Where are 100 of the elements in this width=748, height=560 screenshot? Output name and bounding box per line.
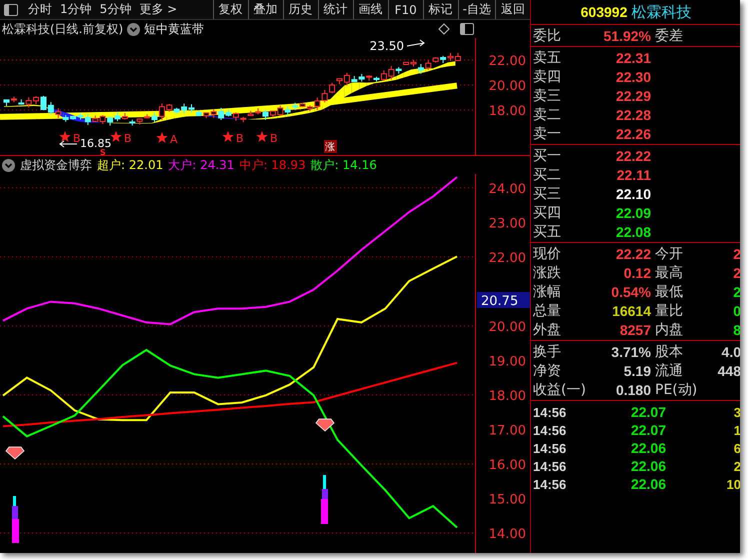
field-label: 量比: [655, 302, 683, 320]
field-label: 今开: [655, 244, 683, 262]
signal-label: B: [236, 132, 244, 145]
signal-label: B: [73, 132, 81, 145]
trade-price: 22.07: [630, 404, 666, 420]
axis-label: 22.00: [488, 54, 526, 69]
axis-label: 18.00: [488, 388, 526, 404]
current-price-tag: 20.75: [477, 292, 530, 309]
toolbar-button[interactable]: 统计: [318, 0, 353, 19]
toolbar-button[interactable]: 画线: [352, 0, 388, 19]
field-label: 卖三: [532, 86, 562, 104]
more-button[interactable]: 更多 >: [135, 0, 182, 19]
field-label: 最高: [655, 264, 683, 282]
signal-label: A: [170, 133, 178, 146]
trade-time: 14:56: [532, 440, 568, 456]
axis-label: 20.00: [488, 79, 526, 94]
field-label: 最低: [655, 282, 683, 300]
field-value: 0.12: [622, 264, 651, 280]
star-icon: [59, 131, 71, 142]
diamond-icon[interactable]: [438, 23, 450, 35]
field-label: 股本: [655, 342, 683, 360]
indicator-name: 虚拟资金博弈: [20, 156, 92, 174]
stock-code: 603992: [580, 4, 628, 20]
price-value: 22.09: [614, 204, 651, 220]
trade-time: 14:56: [532, 422, 568, 438]
legend-item: 散户: 14.16: [310, 156, 377, 174]
toolbar-button[interactable]: 历史: [282, 0, 318, 19]
dropdown-icon[interactable]: [2, 158, 15, 172]
field-label: 买三: [532, 184, 562, 202]
toolbar-button[interactable]: 复权: [212, 0, 248, 19]
axis-label: 19.00: [488, 354, 526, 370]
field-label: 卖四: [532, 68, 562, 86]
field-value: 5.19: [622, 362, 651, 378]
price-value: 22.28: [614, 106, 651, 122]
toolbar-button[interactable]: -自选: [458, 0, 495, 19]
dropdown-icon[interactable]: [127, 22, 140, 36]
field-value: 8257: [618, 322, 651, 338]
field-value: 3.71%: [610, 344, 651, 360]
field-label: 净资: [532, 362, 562, 380]
legend-item: 大户: 24.31: [168, 156, 234, 174]
axis-label: 24.00: [488, 182, 526, 197]
field-value: 0: [733, 302, 740, 318]
field-label: 委比: [532, 26, 562, 44]
axis-label: 20.00: [488, 320, 526, 335]
signal-bar-drawing: [321, 475, 328, 524]
field-label: 换手: [532, 342, 562, 360]
field-value: 16614: [611, 302, 651, 318]
field-value: 0.180: [614, 382, 651, 398]
field-label: 买二: [532, 166, 562, 184]
star-icon: [222, 131, 234, 142]
field-label: 委差: [655, 26, 683, 44]
signal-label: S: [100, 148, 106, 156]
price-value: 22.08: [614, 224, 651, 240]
chart-title: 松霖科技(日线.前复权): [2, 20, 124, 38]
trade-price: 22.07: [630, 422, 666, 438]
indicator-name[interactable]: 短中黄蓝带: [144, 20, 204, 38]
trade-time: 14:56: [532, 458, 568, 474]
period-tab[interactable]: 1分钟: [56, 0, 96, 19]
field-label: 现价: [532, 244, 562, 262]
field-label: 买四: [532, 204, 562, 222]
field-label: 总量: [532, 302, 562, 320]
price-value: 22.29: [614, 88, 651, 104]
price-label: 16.85: [80, 137, 112, 150]
field-value: 0.54%: [610, 284, 651, 300]
trade-price: 22.06: [630, 458, 666, 474]
period-tab[interactable]: 分时: [24, 0, 56, 19]
field-label: PE(动): [655, 380, 698, 398]
field-label: 买五: [532, 222, 562, 240]
signal-label: B: [270, 132, 278, 145]
toolbar-button[interactable]: 叠加: [248, 0, 283, 19]
field-value: 51.92%: [602, 28, 651, 44]
star-icon: [156, 132, 168, 143]
trade-price: 22.06: [630, 440, 666, 456]
legend-item: 中户: 18.93: [239, 156, 306, 174]
field-value: 2: [733, 284, 740, 300]
star-icon: [110, 131, 122, 142]
field-label: 涨跌: [532, 264, 562, 282]
axis-label: 22.00: [488, 250, 526, 266]
period-tab[interactable]: 5分钟: [96, 0, 136, 19]
toolbar-button[interactable]: 标记: [422, 0, 458, 19]
leader-line: [59, 140, 78, 148]
field-label: 卖二: [532, 106, 562, 124]
leader-line: [406, 40, 425, 46]
panel-toggle-icon[interactable]: [460, 23, 474, 35]
toolbar-button[interactable]: 返回: [495, 0, 530, 19]
field-value: 4.0: [722, 344, 740, 360]
price-value: 22.30: [614, 68, 651, 84]
signal-label: B: [124, 132, 132, 145]
axis-label: 14.00: [488, 526, 526, 542]
toolbar-button[interactable]: F10: [388, 0, 423, 19]
gem-icon: [5, 446, 25, 460]
axis-label: 15.00: [488, 492, 526, 508]
axis-label: 18.00: [488, 104, 526, 119]
panel-toggle-icon[interactable]: [4, 4, 18, 16]
stock-name: 松霖科技: [631, 2, 692, 22]
field-value: 2: [733, 246, 740, 262]
gem-icon: [315, 418, 335, 432]
rise-tag: 涨: [324, 140, 337, 153]
field-label: 买一: [532, 146, 562, 164]
field-label: 卖一: [532, 124, 562, 142]
